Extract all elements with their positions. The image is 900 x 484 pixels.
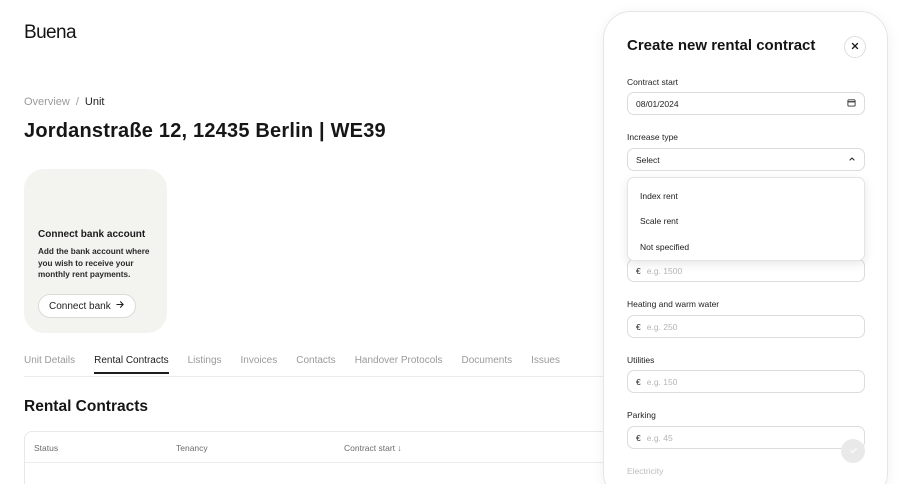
- calendar-icon[interactable]: [847, 98, 856, 109]
- page-title: Jordanstraße 12, 12435 Berlin | WE39: [24, 120, 386, 142]
- tab-handover-protocols[interactable]: Handover Protocols: [355, 355, 443, 374]
- parking-label: Parking: [627, 410, 656, 420]
- rental-contracts-table: Status Tenancy Contract start ↓: [24, 431, 624, 484]
- tab-documents[interactable]: Documents: [462, 355, 513, 374]
- utilities-placeholder: e.g. 150: [646, 376, 678, 387]
- increase-type-dropdown: Index rent Scale rent Not specified: [627, 177, 865, 261]
- utilities-label: Utilities: [627, 355, 655, 365]
- tab-rental-contracts[interactable]: Rental Contracts: [94, 355, 169, 374]
- close-button[interactable]: [844, 36, 866, 58]
- close-icon: [851, 42, 859, 53]
- parking-currency: €: [636, 432, 641, 443]
- arrow-right-icon: [116, 300, 125, 312]
- tab-contacts[interactable]: Contacts: [296, 355, 335, 374]
- electricity-label: Electricity: [627, 466, 664, 476]
- check-icon: [849, 446, 858, 457]
- contract-start-value: 08/01/2024: [636, 98, 679, 109]
- connect-bank-title: Connect bank account: [38, 229, 146, 240]
- connect-bank-card: Connect bank account Add the bank accoun…: [24, 169, 167, 333]
- increase-type-select[interactable]: Select: [627, 148, 865, 171]
- breadcrumb: Overview / Unit: [24, 96, 104, 108]
- option-index-rent[interactable]: Index rent: [628, 183, 864, 209]
- parking-placeholder: e.g. 45: [646, 432, 673, 443]
- tabs-divider: [24, 376, 614, 377]
- column-header-contract-start[interactable]: Contract start ↓: [344, 443, 402, 453]
- parking-input[interactable]: € e.g. 45: [627, 426, 865, 449]
- unit-tabs: Unit Details Rental Contracts Listings I…: [24, 355, 560, 374]
- breadcrumb-separator: /: [75, 96, 79, 108]
- create-contract-drawer: Create new rental contract Contract star…: [603, 11, 888, 484]
- rent-currency: €: [636, 265, 641, 276]
- tab-invoices[interactable]: Invoices: [241, 355, 278, 374]
- app-logo[interactable]: Buena: [24, 22, 77, 44]
- table-header-divider: [25, 462, 623, 463]
- contract-start-label: Contract start: [627, 77, 679, 87]
- increase-type-value: Select: [636, 154, 660, 165]
- heating-label: Heating and warm water: [627, 299, 720, 309]
- column-header-tenancy[interactable]: Tenancy: [176, 443, 208, 453]
- drawer-title: Create new rental contract: [627, 37, 816, 54]
- section-title: Rental Contracts: [24, 398, 149, 415]
- tab-unit-details[interactable]: Unit Details: [24, 355, 75, 374]
- increase-type-label: Increase type: [627, 132, 679, 142]
- column-header-status[interactable]: Status: [34, 443, 58, 453]
- breadcrumb-unit: Unit: [84, 96, 105, 108]
- submit-button[interactable]: [841, 439, 865, 463]
- contract-start-input[interactable]: 08/01/2024: [627, 92, 865, 115]
- connect-bank-button-label: Connect bank: [49, 300, 111, 312]
- rent-placeholder: e.g. 1500: [646, 265, 683, 276]
- tab-issues[interactable]: Issues: [531, 355, 560, 374]
- rent-input[interactable]: € e.g. 1500: [627, 259, 865, 282]
- breadcrumb-overview[interactable]: Overview: [24, 96, 70, 108]
- heating-currency: €: [636, 321, 641, 332]
- option-scale-rent[interactable]: Scale rent: [628, 209, 864, 235]
- heating-input[interactable]: € e.g. 250: [627, 315, 865, 338]
- tab-listings[interactable]: Listings: [188, 355, 222, 374]
- chevron-up-icon: [848, 155, 856, 165]
- heating-placeholder: e.g. 250: [646, 321, 678, 332]
- utilities-input[interactable]: € e.g. 150: [627, 370, 865, 393]
- utilities-currency: €: [636, 376, 641, 387]
- connect-bank-description: Add the bank account where you wish to r…: [38, 247, 150, 279]
- option-not-specified[interactable]: Not specified: [628, 234, 864, 260]
- connect-bank-button[interactable]: Connect bank: [38, 294, 136, 318]
